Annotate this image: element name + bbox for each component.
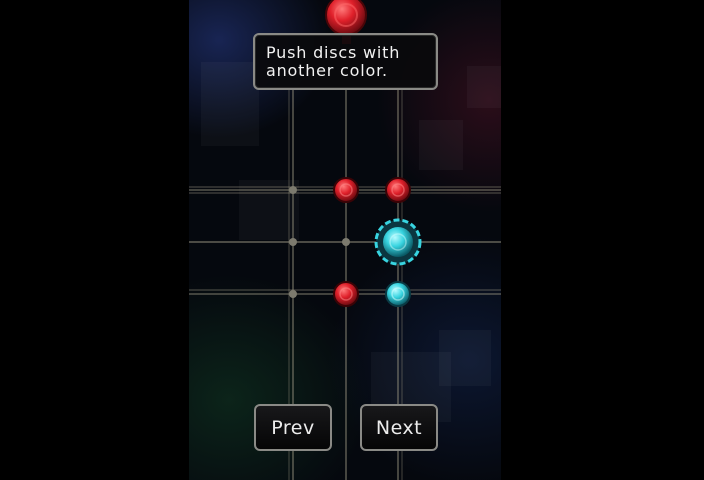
- grid-node: [289, 238, 297, 246]
- next-button[interactable]: Next: [360, 404, 438, 451]
- grid-node: [342, 238, 350, 246]
- game-stage: Push discs with another color. Prev Next: [189, 0, 501, 480]
- cyan-disc-large[interactable]: [374, 218, 422, 266]
- red-disc[interactable]: [333, 177, 359, 203]
- cyan-disc[interactable]: [385, 281, 411, 307]
- tutorial-text-line-1: Push discs with: [266, 43, 401, 62]
- prev-button[interactable]: Prev: [254, 404, 332, 451]
- grid-node: [289, 290, 297, 298]
- tutorial-text-line-2: another color.: [266, 61, 388, 80]
- tutorial-hint: Push discs with another color.: [253, 33, 438, 90]
- red-disc[interactable]: [333, 281, 359, 307]
- red-disc[interactable]: [385, 177, 411, 203]
- grid-node: [289, 186, 297, 194]
